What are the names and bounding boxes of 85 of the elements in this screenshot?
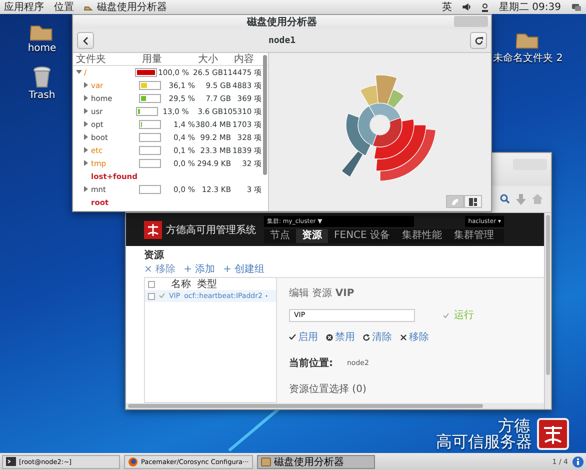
action-link[interactable]: 清除 xyxy=(363,330,392,344)
scrollbar[interactable] xyxy=(263,55,267,175)
refresh-icon xyxy=(474,36,482,44)
nav-tab[interactable]: FENCE 设备 xyxy=(328,229,396,243)
treemap-icon xyxy=(469,198,477,206)
clock[interactable]: 星期二 09:39 xyxy=(499,0,561,14)
window-title: 磁盘使用分析器 xyxy=(247,16,317,29)
nav-tab[interactable]: 节点 xyxy=(264,229,296,243)
action-link[interactable]: 移除 xyxy=(400,330,429,344)
action-link[interactable]: + 添加 xyxy=(184,264,216,274)
usage-bar xyxy=(139,185,161,194)
trash-icon[interactable] xyxy=(33,66,51,88)
brand-name: 方德高可用管理系统 xyxy=(166,224,256,236)
view-toggle-button[interactable] xyxy=(446,195,464,208)
icon-label[interactable]: 未命名文件夹 2 xyxy=(493,51,563,66)
menu-item[interactable]: 应用程序 xyxy=(4,0,44,14)
nav-tab[interactable]: 资源 xyxy=(296,229,328,243)
expand-arrow-icon[interactable] xyxy=(83,82,89,88)
action-link[interactable]: 禁用 xyxy=(326,330,355,344)
icon-label[interactable]: Trash xyxy=(28,90,56,101)
status-text: 运行 xyxy=(454,308,474,322)
checkbox[interactable] xyxy=(148,280,155,288)
info-icon[interactable] xyxy=(572,456,584,468)
expand-arrow-icon[interactable] xyxy=(83,94,89,100)
search-icon[interactable] xyxy=(500,194,510,204)
column-header: 类型 xyxy=(197,278,217,291)
action-link[interactable]: + 创建组 xyxy=(223,264,265,274)
view-toggle-button[interactable] xyxy=(464,195,482,208)
wallpaper-text: 高可信服务器 xyxy=(436,433,532,451)
column-header[interactable]: 内容 xyxy=(231,53,262,66)
ring-segment[interactable] xyxy=(368,102,401,122)
input-method-indicator[interactable]: 英 xyxy=(442,0,452,14)
expand-arrow-icon[interactable] xyxy=(83,120,89,126)
location-label: node1 xyxy=(267,36,297,46)
chat-icon[interactable] xyxy=(571,2,582,12)
taskbar-item[interactable]: 磁盘使用分析器 xyxy=(256,454,375,468)
ring-segment[interactable] xyxy=(375,74,398,105)
menu-item[interactable]: 位置 xyxy=(54,0,74,14)
wallpaper-text: 方德 xyxy=(498,417,530,435)
nav-tab[interactable]: 集群性能 xyxy=(396,229,448,243)
ring-segment[interactable] xyxy=(380,128,436,181)
field-label: 当前位置: xyxy=(289,356,333,370)
expand-arrow-icon[interactable] xyxy=(83,146,89,152)
brand-logo-icon xyxy=(144,220,162,238)
section-label: 资源位置选择 (0) xyxy=(289,382,368,396)
user-icon[interactable] xyxy=(481,2,489,12)
ring-segment[interactable] xyxy=(341,150,364,178)
nav-tab[interactable]: 集群管理 xyxy=(448,229,500,243)
refresh-button[interactable] xyxy=(470,32,487,49)
icon-label[interactable]: home xyxy=(28,43,56,54)
column-header[interactable]: 大小 xyxy=(195,53,231,66)
check-icon xyxy=(443,312,449,318)
ring-segment[interactable] xyxy=(346,113,371,156)
ring-segment[interactable] xyxy=(358,106,377,146)
horizontal-scrollbar[interactable] xyxy=(128,404,483,408)
ring-segment[interactable] xyxy=(376,124,426,172)
column-header: 名称 xyxy=(171,278,192,291)
section-heading: 资源 xyxy=(144,249,165,263)
folder-icon xyxy=(260,456,271,466)
action-link[interactable]: 启用 xyxy=(289,330,318,344)
column-header[interactable]: 文件夹 xyxy=(73,53,139,66)
column-header[interactable]: 用量 xyxy=(139,53,195,66)
globe-icon xyxy=(128,456,138,466)
logo-icon xyxy=(537,418,569,450)
expand-arrow-icon[interactable] xyxy=(83,160,89,166)
ring-segment[interactable] xyxy=(372,117,402,148)
terminal-icon xyxy=(6,456,16,466)
vertical-scrollbar[interactable] xyxy=(546,215,550,375)
cross-circle-icon xyxy=(326,334,333,340)
rings-icon xyxy=(451,198,459,206)
checkbox[interactable] xyxy=(148,292,155,300)
check-icon xyxy=(289,334,296,340)
usage-bar xyxy=(139,159,161,168)
ring-segment[interactable] xyxy=(387,89,405,108)
expand-arrow-icon[interactable] xyxy=(83,108,89,114)
ring-segment[interactable] xyxy=(374,118,414,160)
refresh-icon xyxy=(363,334,370,340)
back-button[interactable] xyxy=(77,32,94,49)
expand-arrow-icon[interactable] xyxy=(83,134,89,140)
edit-title: 编辑 资源 VIP xyxy=(289,286,356,300)
close-icon xyxy=(400,334,407,340)
active-app-menu[interactable]: 磁盘使用分析器 xyxy=(84,0,167,14)
volume-icon[interactable] xyxy=(462,3,471,11)
collapse-arrow-icon[interactable] xyxy=(76,68,82,74)
expand-arrow-icon[interactable] xyxy=(83,186,89,192)
